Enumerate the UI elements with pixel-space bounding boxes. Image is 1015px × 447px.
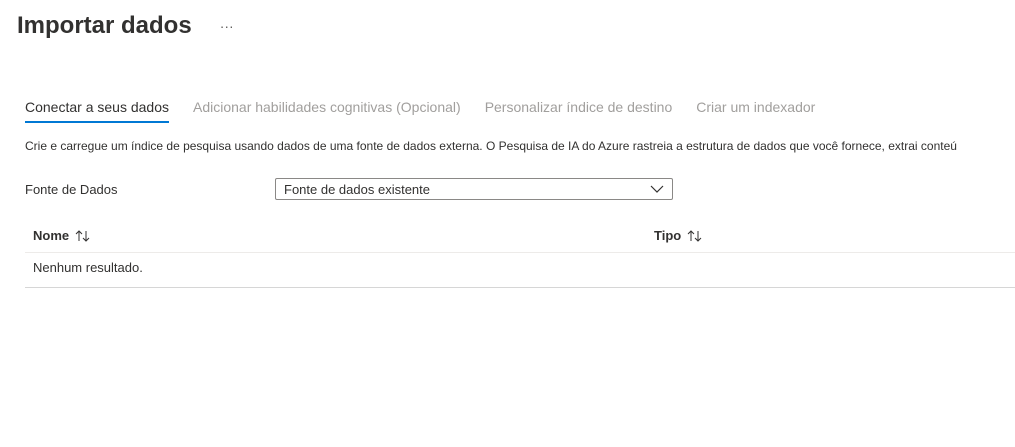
sort-icon [687,229,702,242]
empty-results-message: Nenhum resultado. [33,260,143,275]
table-body: Nenhum resultado. [25,253,1015,288]
chevron-down-icon [650,185,664,193]
data-sources-table: Nome Tipo Nenhum resultado. [25,220,1015,288]
data-source-selected-value: Fonte de dados existente [284,182,430,197]
tab-personalizar-indice[interactable]: Personalizar índice de destino [485,96,673,124]
data-source-dropdown[interactable]: Fonte de dados existente [275,178,673,200]
column-header-tipo[interactable]: Tipo [654,228,703,243]
sort-icon [75,229,90,242]
breadcrumb-fragment[interactable] [30,0,40,2]
wizard-tabs: Conectar a seus dados Adicionar habilida… [25,96,839,126]
column-header-nome-label: Nome [33,228,70,243]
column-header-tipo-label: Tipo [654,228,682,243]
tab-habilidades-cognitivas[interactable]: Adicionar habilidades cognitivas (Opcion… [193,96,461,124]
table-header: Nome Tipo [25,220,1015,253]
column-header-nome[interactable]: Nome [33,228,91,243]
tab-criar-indexador[interactable]: Criar um indexador [696,96,815,124]
data-source-label: Fonte de Dados [25,182,118,197]
page-title: Importar dados [17,12,192,39]
more-options-button[interactable]: ··· [216,14,238,38]
page-header: Importar dados ··· [17,12,238,40]
description-text: Crie e carregue um índice de pesquisa us… [25,139,957,153]
tab-conectar-dados[interactable]: Conectar a seus dados [25,96,169,124]
